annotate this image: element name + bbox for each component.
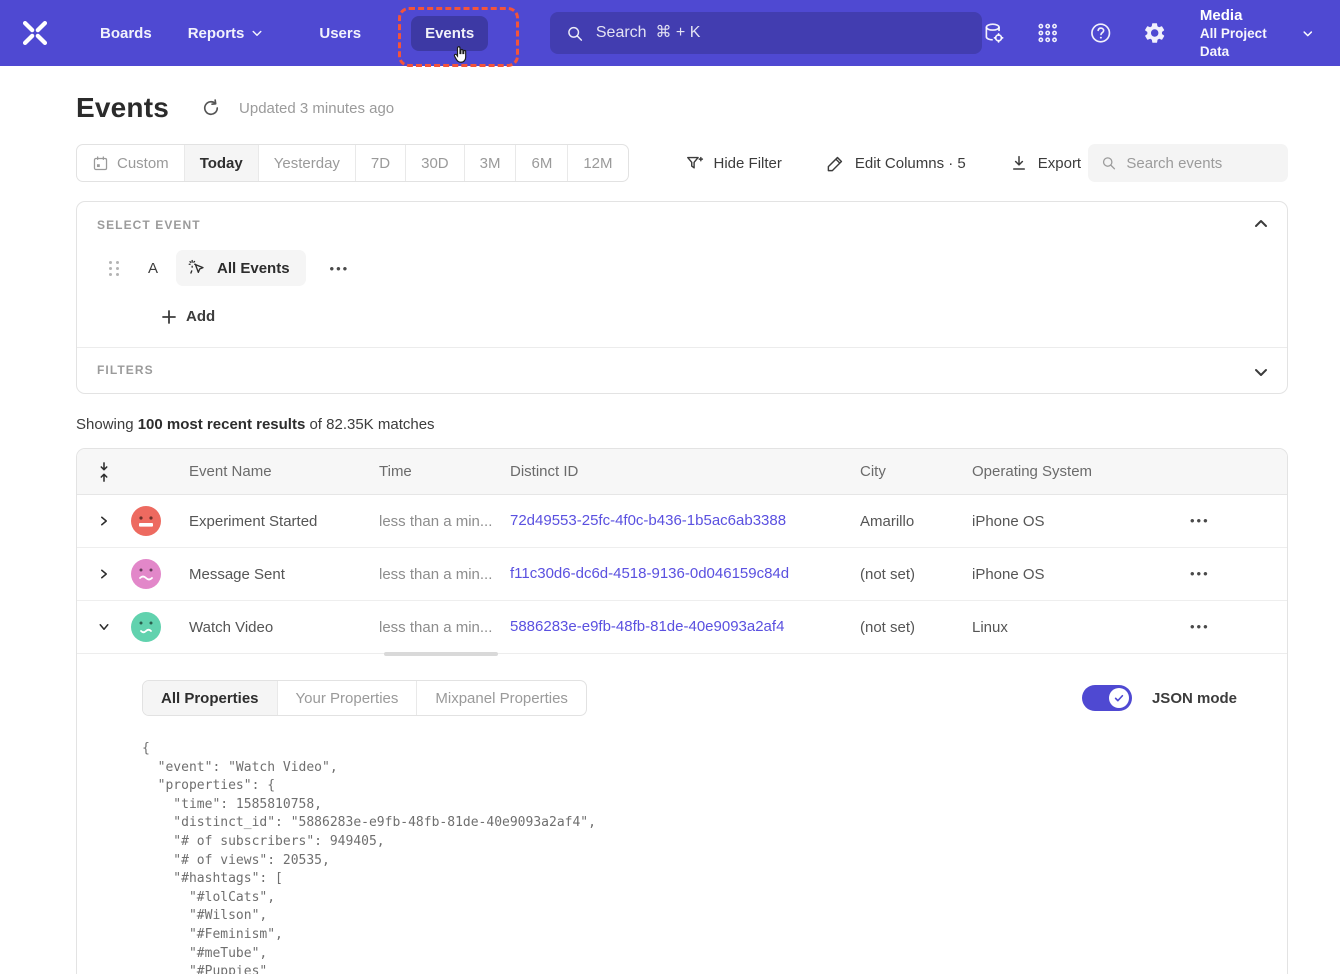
events-table: Event Name Time Distinct ID City Operati… [76,448,1288,974]
collapse-section-icon[interactable] [1253,216,1269,232]
toggle-knob [1109,688,1129,708]
hide-filter-button[interactable]: Hide Filter [685,154,782,173]
json-mode-toggle[interactable] [1082,685,1132,711]
distinct-id-link[interactable]: 5886283e-e9fb-48fb-81de-40e9093a2af4 [510,618,784,635]
event-more-button[interactable]: ••• [324,257,356,280]
event-json-content: { "event": "Watch Video", "properties": … [142,740,1237,974]
mixpanel-logo-icon[interactable] [18,16,52,50]
range-7d[interactable]: 7D [355,145,405,181]
query-builder-card: SELECT EVENT A All Events ••• Add [76,201,1288,394]
top-navbar: Boards Reports Users Events [0,0,1340,66]
event-selector-chip[interactable]: All Events [176,250,306,286]
plus-icon [161,309,177,325]
event-avatar [131,506,161,536]
project-switcher[interactable]: Media All Project Data [1200,6,1314,61]
expand-row-icon[interactable] [91,508,117,534]
drag-handle-icon[interactable] [109,261,120,276]
range-12m[interactable]: 12M [567,145,627,181]
table-row[interactable]: Message Sent less than a min... f11c30d6… [77,548,1287,601]
nav-item-users[interactable]: Users [305,16,375,51]
table-row[interactable]: Experiment Started less than a min... 72… [77,495,1287,548]
select-event-label: SELECT EVENT [97,218,1267,232]
json-mode-label: JSON mode [1152,690,1237,707]
col-header-event-name[interactable]: Event Name [189,463,379,480]
help-icon[interactable] [1089,20,1112,46]
tab-all-properties[interactable]: All Properties [143,681,277,715]
tab-your-properties[interactable]: Your Properties [277,681,417,715]
last-updated-text: Updated 3 minutes ago [239,100,394,117]
row-more-button[interactable]: ••• [1184,509,1216,532]
chevron-down-icon [1302,27,1314,40]
export-button[interactable]: Export [1010,154,1081,172]
filters-label: FILTERS [97,363,1267,377]
project-scope: All Project Data [1200,25,1289,60]
global-search[interactable] [550,12,982,54]
search-events-box[interactable] [1088,144,1288,182]
settings-gear-icon[interactable] [1143,20,1166,46]
event-os: Linux [972,619,1162,636]
check-icon [1113,692,1125,704]
funnel-icon [685,154,704,173]
row-more-button[interactable]: ••• [1184,615,1216,638]
table-header-row: Event Name Time Distinct ID City Operati… [77,449,1287,495]
results-summary: Showing 100 most recent results of 82.35… [76,416,1288,433]
search-icon [566,24,584,43]
range-6m[interactable]: 6M [515,145,567,181]
table-row-expanded[interactable]: Watch Video less than a min... 5886283e-… [77,601,1287,654]
range-3m[interactable]: 3M [464,145,516,181]
range-today[interactable]: Today [184,145,258,181]
nav-item-reports[interactable]: Reports [174,16,278,51]
col-header-distinct-id[interactable]: Distinct ID [510,463,860,480]
row-more-button[interactable]: ••• [1184,562,1216,585]
event-row-letter: A [148,260,158,277]
range-30d[interactable]: 30D [405,145,464,181]
expand-filters-icon[interactable] [1253,364,1269,380]
event-time: less than a min... [379,566,510,583]
search-icon [1101,154,1116,172]
event-os: iPhone OS [972,513,1162,530]
pencil-icon [826,154,845,173]
event-avatar [131,559,161,589]
download-icon [1010,154,1028,172]
event-name: Watch Video [189,619,379,636]
hand-cursor-icon [450,45,470,67]
collapse-row-icon[interactable] [91,614,117,640]
range-yesterday[interactable]: Yesterday [258,145,355,181]
col-header-os[interactable]: Operating System [972,463,1162,480]
event-city: (not set) [860,566,972,583]
search-events-input[interactable] [1126,155,1275,172]
global-search-input[interactable] [596,24,966,42]
edit-columns-button[interactable]: Edit Columns · 5 [826,154,966,173]
magic-cursor-icon [188,258,208,278]
chevron-down-icon [251,27,263,39]
range-custom[interactable]: Custom [77,145,184,181]
horizontal-scrollbar-thumb[interactable] [384,652,498,656]
distinct-id-link[interactable]: f11c30d6-dc6d-4518-9136-0d046159c84d [510,565,789,582]
apps-grid-icon[interactable] [1036,20,1059,46]
expand-row-icon[interactable] [91,561,117,587]
event-avatar [131,612,161,642]
event-time: less than a min... [379,513,510,530]
page-title: Events [76,92,169,124]
distinct-id-link[interactable]: 72d49553-25fc-4f0c-b436-1b5ac6ab3388 [510,512,786,529]
refresh-icon[interactable] [201,98,221,118]
tab-mixpanel-properties[interactable]: Mixpanel Properties [416,681,586,715]
event-name: Message Sent [189,566,379,583]
col-header-time[interactable]: Time [379,463,510,480]
event-detail-panel: All Properties Your Properties Mixpanel … [77,654,1287,974]
event-name: Experiment Started [189,513,379,530]
project-name: Media [1200,6,1289,26]
collapse-all-icon[interactable] [96,462,112,482]
event-time: less than a min... [379,619,510,636]
event-os: iPhone OS [972,566,1162,583]
event-city: (not set) [860,619,972,636]
calendar-icon [92,155,109,172]
date-range-control: Custom Today Yesterday 7D 30D 3M 6M 12M [76,144,629,182]
data-management-icon[interactable] [982,20,1005,46]
add-event-button[interactable]: Add [161,308,1267,325]
col-header-city[interactable]: City [860,463,972,480]
properties-tabs: All Properties Your Properties Mixpanel … [142,680,587,716]
nav-item-boards[interactable]: Boards [86,16,166,51]
event-city: Amarillo [860,513,972,530]
